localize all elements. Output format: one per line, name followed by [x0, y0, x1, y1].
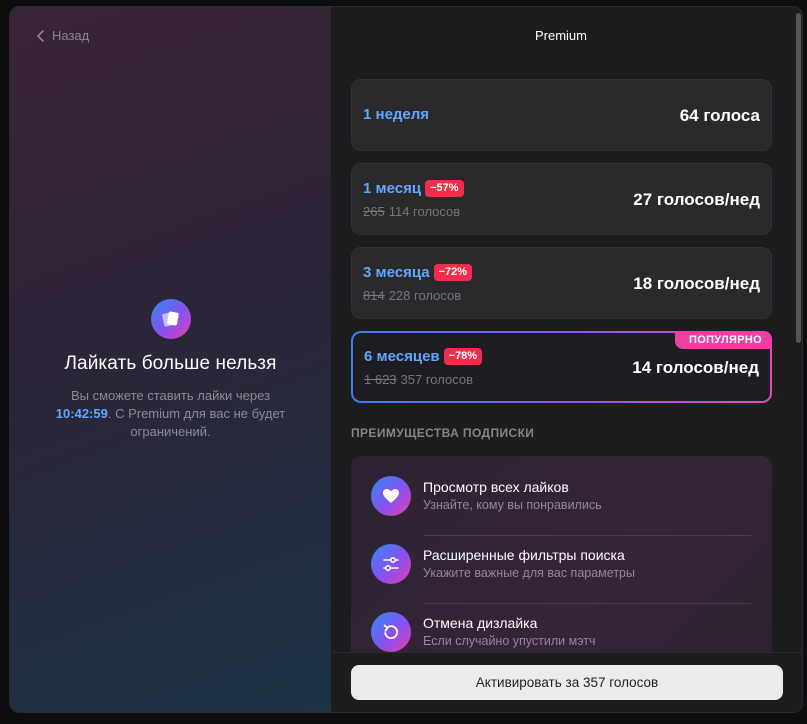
plan-6-months[interactable]: ПОПУЛЯРНО 6 месяцев −78% 1 623 357 голосо…	[351, 331, 772, 403]
benefit-item: Расширенные фильтры поиска Укажите важны…	[351, 524, 772, 604]
page-title: Premium	[534, 28, 587, 43]
plan-price: 64 голоса	[679, 106, 760, 125]
benefit-title: Отмена дизлайка	[423, 615, 538, 631]
plan-old-price-row: 265 114 голосов	[363, 204, 460, 219]
plan-name-row: 3 месяца −72%	[363, 264, 473, 281]
plan-3-months[interactable]: 3 месяца −72% 814 228 голосов 18 голосов/…	[351, 247, 772, 319]
desc-text-after: . С Premium для вас не будет ограничений…	[107, 406, 286, 439]
countdown-time: 10:42:59	[55, 406, 108, 421]
plan-name-row: 6 месяцев −78%	[364, 348, 483, 365]
new-total: 357 голосов	[400, 372, 473, 387]
plan-old-price-row: 814 228 голосов	[363, 288, 461, 303]
plan-name: 1 неделя	[363, 106, 430, 123]
benefit-item: Просмотр всех лайков Узнайте, кому вы по…	[351, 456, 772, 536]
undo-icon	[371, 612, 411, 652]
plan-price: 18 голосов/нед	[633, 274, 760, 293]
discount-badge: −57%	[425, 180, 464, 197]
new-total: 114 голосов	[388, 204, 461, 219]
benefit-item: Отмена дизлайка Если случайно упустили м…	[351, 592, 772, 660]
cards-icon	[150, 299, 191, 339]
plan-name: 3 месяца	[363, 264, 430, 281]
discount-badge: −78%	[443, 348, 483, 365]
back-label: Назад	[52, 28, 90, 43]
benefit-title: Расширенные фильтры поиска	[423, 547, 625, 563]
scrollbar[interactable]	[796, 13, 801, 343]
new-total: 228 голосов	[388, 288, 462, 303]
left-panel: Назад Лайкать больше нельзя Вы сможете с…	[10, 7, 331, 712]
popular-tag: ПОПУЛЯРНО	[675, 331, 772, 349]
plan-1-week[interactable]: 1 неделя 64 голоса	[351, 79, 772, 151]
benefit-subtitle: Если случайно упустили мэтч	[423, 634, 596, 648]
plan-price: 14 голосов/нед	[632, 358, 759, 377]
limit-title: Лайкать больше нельзя	[64, 353, 277, 374]
old-price: 265	[363, 204, 385, 219]
limit-description: Вы сможете ставить лайки через 10:42:59.…	[41, 387, 301, 441]
desc-text: Вы сможете ставить лайки через	[70, 388, 271, 403]
plan-name-row: 1 месяц −57%	[363, 180, 464, 197]
plan-price: 27 голосов/нед	[633, 190, 760, 209]
benefits-heading: ПРЕИМУЩЕСТВА ПОДПИСКИ	[351, 426, 535, 440]
filters-icon	[371, 544, 411, 584]
right-panel: Premium 1 неделя 64 голоса 1 месяц −57% …	[331, 7, 802, 712]
heart-icon	[371, 476, 411, 516]
benefit-subtitle: Укажите важные для вас параметры	[423, 566, 635, 580]
activate-button[interactable]: Активировать за 357 голосов	[351, 665, 783, 700]
plan-1-month[interactable]: 1 месяц −57% 265 114 голосов 27 голосов/н…	[351, 163, 772, 235]
chevron-left-icon	[36, 29, 44, 42]
limit-message: Лайкать больше нельзя Вы сможете ставить…	[10, 299, 331, 441]
premium-window: Назад Лайкать больше нельзя Вы сможете с…	[9, 6, 803, 713]
back-button[interactable]: Назад	[36, 28, 89, 43]
footer: Активировать за 357 голосов	[331, 652, 802, 712]
plan-name: 1 месяц	[363, 180, 422, 197]
old-price: 814	[363, 288, 385, 303]
benefits-list: Просмотр всех лайков Узнайте, кому вы по…	[351, 456, 772, 676]
benefit-title: Просмотр всех лайков	[423, 479, 569, 495]
old-price: 1 623	[364, 372, 397, 387]
plan-old-price-row: 1 623 357 голосов	[364, 372, 473, 387]
discount-badge: −72%	[433, 264, 473, 281]
benefit-subtitle: Узнайте, кому вы понравились	[423, 498, 602, 512]
plan-name: 6 месяцев	[364, 348, 440, 365]
